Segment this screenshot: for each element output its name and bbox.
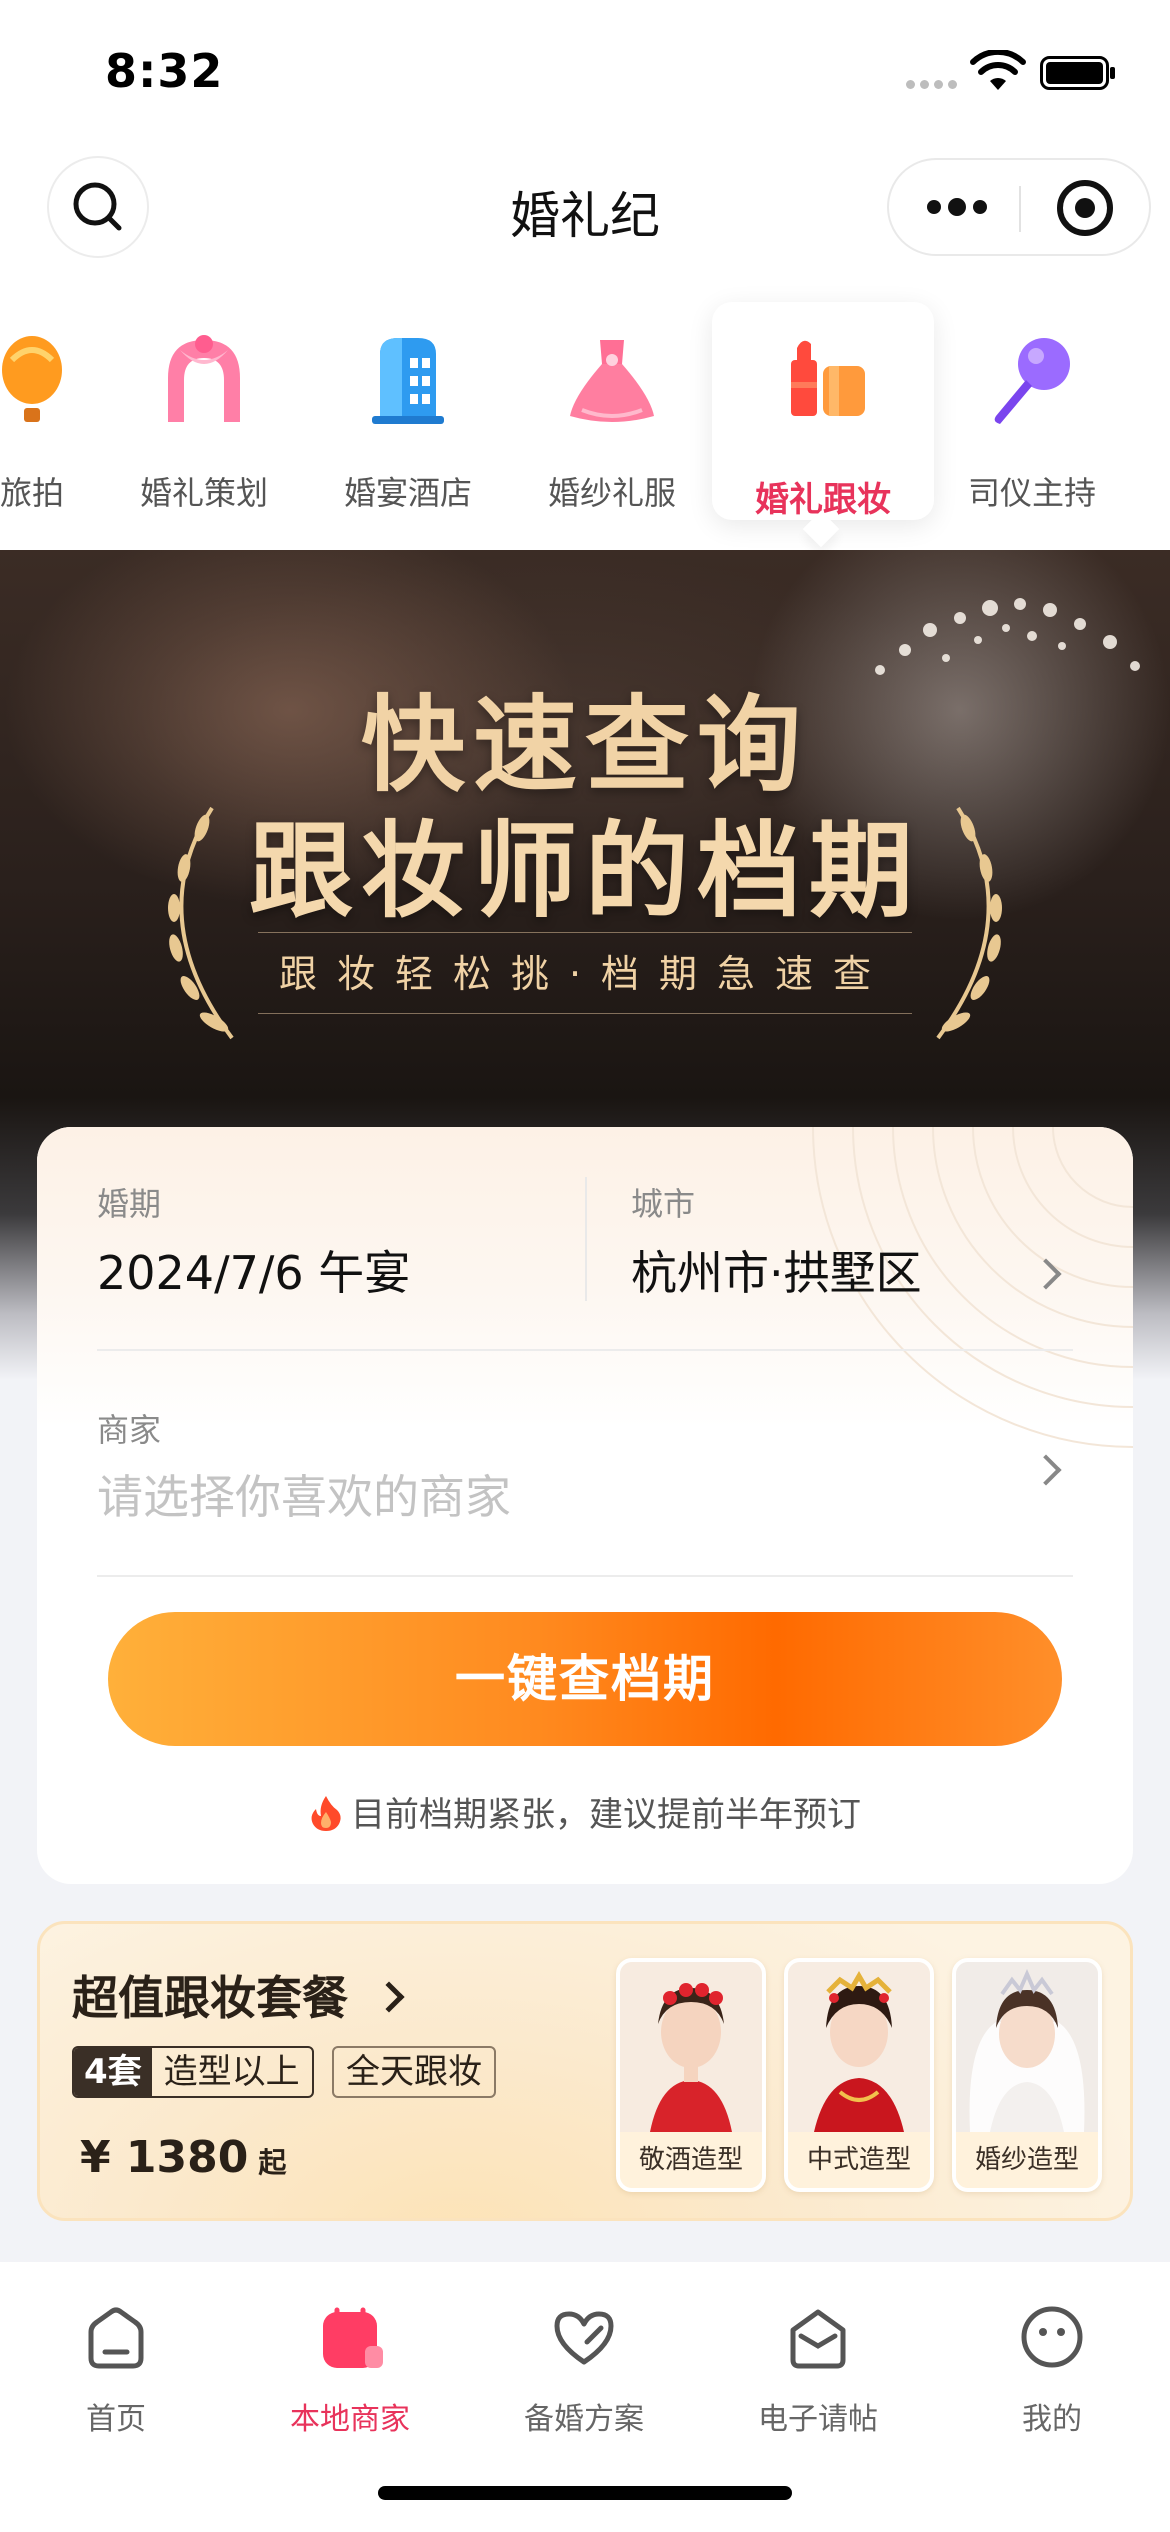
style-label: 中式造型	[788, 2132, 930, 2188]
bride-gown-style-image	[956, 1962, 1098, 2132]
tab-label: 备婚方案	[524, 2402, 644, 2437]
style-card-chinese[interactable]: 中式造型	[784, 1958, 934, 2192]
category-label: 司仪主持	[967, 474, 1096, 512]
category-row: 旅拍 婚礼策划 婚宴酒店 婚纱礼服 婚礼跟妆 司仪主持	[0, 280, 1170, 550]
city-field[interactable]: 杭州市·拱墅区	[631, 1237, 922, 1303]
smiley-icon	[1021, 2306, 1083, 2368]
price-value: ¥ 1380	[80, 2132, 249, 2183]
lipstick-icon	[791, 340, 865, 416]
category-label: 婚宴酒店	[343, 474, 472, 512]
laurel-right-icon	[936, 806, 1002, 1040]
tab-label: 首页	[86, 2402, 146, 2437]
bride-toast-style-image	[620, 1962, 762, 2132]
tab-wedding-plans[interactable]: 备婚方案	[494, 2302, 674, 2462]
category-banquet-hotel[interactable]: 婚宴酒店	[308, 300, 508, 512]
package-tag: 全天跟妆	[332, 2046, 496, 2098]
booking-tip-text: 目前档期紧张，建议提前半年预订	[351, 1795, 861, 1835]
tab-label: 本地商家	[290, 2402, 410, 2437]
tab-local-merchants[interactable]: 本地商家	[260, 2302, 440, 2462]
merchant-label: 商家	[97, 1411, 162, 1449]
schedule-query-card: 婚期 2024/7/6 午宴 城市 杭州市·拱墅区 商家 请选择你喜欢的商家 一…	[37, 1127, 1133, 1884]
merchant-select-field[interactable]: 请选择你喜欢的商家	[97, 1461, 511, 1527]
cellular-signal-icon	[906, 80, 958, 90]
field-divider	[585, 1177, 587, 1301]
style-label: 敬酒造型	[620, 2132, 762, 2188]
hero-subtitle: 跟妆轻松挑·档期急速查	[258, 932, 912, 1014]
hot-air-balloon-icon	[2, 336, 62, 422]
style-card-gown[interactable]: 婚纱造型	[952, 1958, 1102, 2192]
target-icon	[1075, 198, 1095, 218]
category-wedding-makeup[interactable]: 婚礼跟妆	[712, 302, 934, 520]
style-label: 婚纱造型	[956, 2132, 1098, 2188]
package-count: 4套	[74, 2048, 152, 2096]
hotel-building-icon	[372, 338, 444, 424]
wedding-date-field[interactable]: 2024/7/6 午宴	[97, 1237, 410, 1303]
nav-bar: 婚礼纪	[0, 150, 1170, 280]
package-title: 超值跟妆套餐	[72, 1971, 348, 2025]
microphone-icon	[994, 338, 1070, 424]
laurel-left-icon	[168, 806, 234, 1040]
category-wedding-dress[interactable]: 婚纱礼服	[512, 300, 712, 512]
category-host[interactable]: 司仪主持	[932, 300, 1132, 512]
dress-icon	[570, 340, 654, 422]
shop-icon	[323, 2307, 383, 2368]
package-price: ¥ 1380 起	[80, 2132, 286, 2183]
mini-program-capsule	[887, 158, 1151, 256]
booking-tip: 目前档期紧张，建议提前半年预订	[37, 1787, 1133, 1836]
status-time: 8:32	[105, 44, 224, 98]
home-icon	[88, 2307, 144, 2369]
tab-home[interactable]: 首页	[26, 2302, 206, 2462]
card-decoration-lines	[812, 1127, 1133, 1448]
package-count-text: 造型以上	[163, 2052, 300, 2092]
city-label: 城市	[631, 1185, 696, 1223]
category-label: 婚礼策划	[139, 474, 268, 512]
tab-profile[interactable]: 我的	[962, 2302, 1142, 2462]
chevron-right-icon	[373, 1981, 405, 2013]
check-schedule-button[interactable]: 一键查档期	[108, 1612, 1062, 1746]
package-count-tag: 4套 造型以上	[72, 2046, 314, 2098]
heart-icon	[554, 2311, 614, 2365]
bride-chinese-style-image	[788, 1962, 930, 2132]
price-suffix: 起	[258, 2146, 287, 2179]
category-label: 婚纱礼服	[547, 474, 676, 512]
capsule-divider	[1019, 186, 1021, 232]
tab-label: 我的	[1022, 2402, 1082, 2437]
status-bar: 8:32	[0, 0, 1170, 150]
fire-icon	[311, 1796, 341, 1831]
more-options-button[interactable]	[927, 194, 987, 220]
tab-label: 电子请帖	[758, 2402, 878, 2437]
wedding-date-label: 婚期	[97, 1185, 162, 1223]
tab-e-invitation[interactable]: 电子请帖	[728, 2302, 908, 2462]
category-wedding-planning[interactable]: 婚礼策划	[104, 300, 304, 512]
style-card-toast[interactable]: 敬酒造型	[616, 1958, 766, 2192]
arch-icon	[168, 335, 240, 422]
divider	[97, 1575, 1073, 1577]
makeup-package-card[interactable]: 超值跟妆套餐 4套 造型以上 全天跟妆 ¥ 1380 起 敬酒造型 中式造型 婚…	[37, 1921, 1133, 2221]
divider	[97, 1349, 1073, 1351]
envelope-icon	[790, 2309, 846, 2369]
wifi-icon	[970, 50, 1026, 90]
home-indicator	[378, 2486, 792, 2500]
close-miniprogram-button[interactable]	[1057, 180, 1113, 236]
battery-icon	[1040, 56, 1115, 90]
